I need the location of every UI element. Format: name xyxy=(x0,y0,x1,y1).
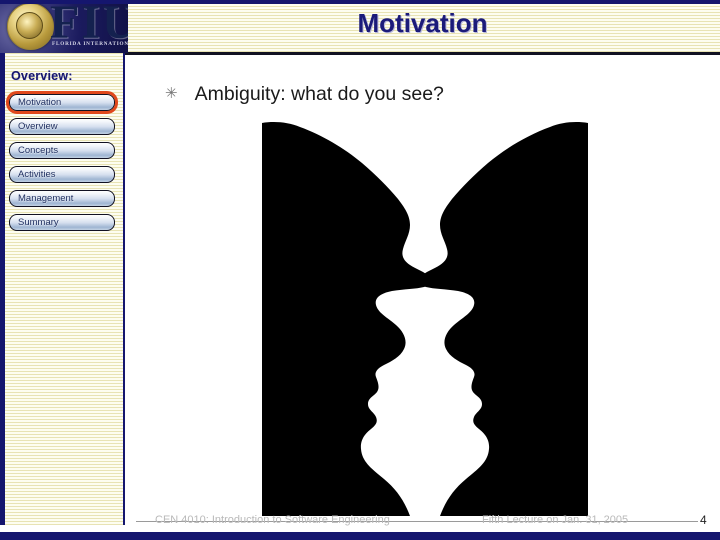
bullet-item: ✳ Ambiguity: what do you see? xyxy=(165,83,444,106)
presentation-slide: Motivation FIU FLORIDA INTERNATIONAL UNI… xyxy=(0,0,720,540)
sidebar-item-motivation[interactable]: Motivation xyxy=(6,91,118,114)
sidebar: Overview: Motivation Overview Concepts A… xyxy=(0,53,125,525)
rubin-vase-two-faces-illusion xyxy=(258,117,592,520)
sidebar-item-management[interactable]: Management xyxy=(9,190,115,207)
fiu-logo: FIU FLORIDA INTERNATIONAL UNIVERSITY xyxy=(0,0,128,53)
sidebar-left-border xyxy=(0,53,5,525)
illusion-figure xyxy=(258,117,592,520)
header-divider-rule xyxy=(125,52,720,55)
sidebar-heading: Overview: xyxy=(11,69,73,83)
page-title: Motivation xyxy=(357,8,488,38)
footer-course-label: CEN 4010: Introduction to Software Engin… xyxy=(155,514,390,526)
top-navy-bar xyxy=(0,0,720,4)
sidebar-item-concepts[interactable]: Concepts xyxy=(9,142,115,159)
footer-lecture-label: Fifth Lecture on Jan. 31, 2005 xyxy=(482,514,629,526)
sidebar-bottom-cap xyxy=(0,525,125,532)
page-number: 4 xyxy=(700,513,707,527)
sidebar-nav-list: Motivation Overview Concepts Activities … xyxy=(6,91,118,238)
bottom-navy-bar xyxy=(0,532,720,540)
sidebar-item-activities[interactable]: Activities xyxy=(9,166,115,183)
asterisk-bullet-icon: ✳ xyxy=(165,85,178,102)
sidebar-right-border xyxy=(123,53,125,525)
bullet-text: Ambiguity: what do you see? xyxy=(194,83,444,105)
sidebar-item-summary[interactable]: Summary xyxy=(9,214,115,231)
sidebar-item-overview[interactable]: Overview xyxy=(9,118,115,135)
fiu-seal-icon xyxy=(7,3,54,50)
logo-subtitle: FLORIDA INTERNATIONAL UNIVERSITY xyxy=(52,41,128,47)
